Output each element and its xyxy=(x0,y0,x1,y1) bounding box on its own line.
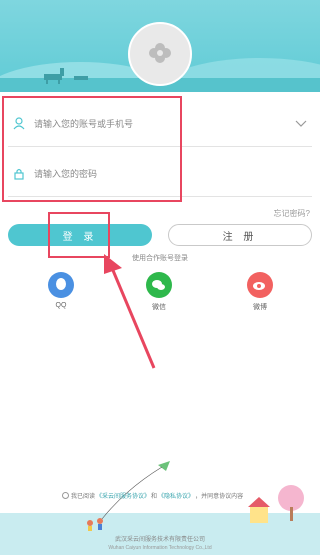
company-name-en: Wuhan Caiyun Information Technology Co.,… xyxy=(108,545,212,551)
qq-label: QQ xyxy=(55,302,67,309)
agreement-middle: 和 xyxy=(151,494,158,500)
house-roof-decoration xyxy=(248,497,270,507)
service-agreement-link[interactable]: 《采云间服务协议》 xyxy=(96,491,150,500)
wechat-label: 微信 xyxy=(152,304,166,311)
company-name-cn: 武汉采云间服务技术有限责任公司 xyxy=(114,537,205,543)
partner-login-label: 使用合作账号登录 xyxy=(132,255,188,262)
agreement-row: 我已阅读 《采云间服务协议》 和 《隐私协议》 ，并同意协议内容 xyxy=(62,491,243,500)
wechat-login-button[interactable]: 微信 xyxy=(139,272,179,312)
weibo-icon xyxy=(247,272,273,298)
company-info: 武汉采云间服务技术有限责任公司 Wuhan Caiyun Information… xyxy=(0,536,320,552)
agreement-prefix: 我已阅读 xyxy=(71,494,96,500)
house-decoration xyxy=(250,507,268,523)
qq-icon xyxy=(48,272,74,298)
wechat-icon xyxy=(146,272,172,298)
privacy-agreement-link[interactable]: 《隐私协议》 xyxy=(158,491,194,500)
qq-login-button[interactable]: QQ xyxy=(41,272,81,309)
tree-trunk-decoration xyxy=(290,507,293,521)
agreement-checkbox[interactable] xyxy=(62,492,69,499)
weibo-login-button[interactable]: 微博 xyxy=(240,272,280,312)
agreement-suffix: ，并同意协议内容 xyxy=(195,494,244,500)
weibo-label: 微博 xyxy=(253,304,267,311)
